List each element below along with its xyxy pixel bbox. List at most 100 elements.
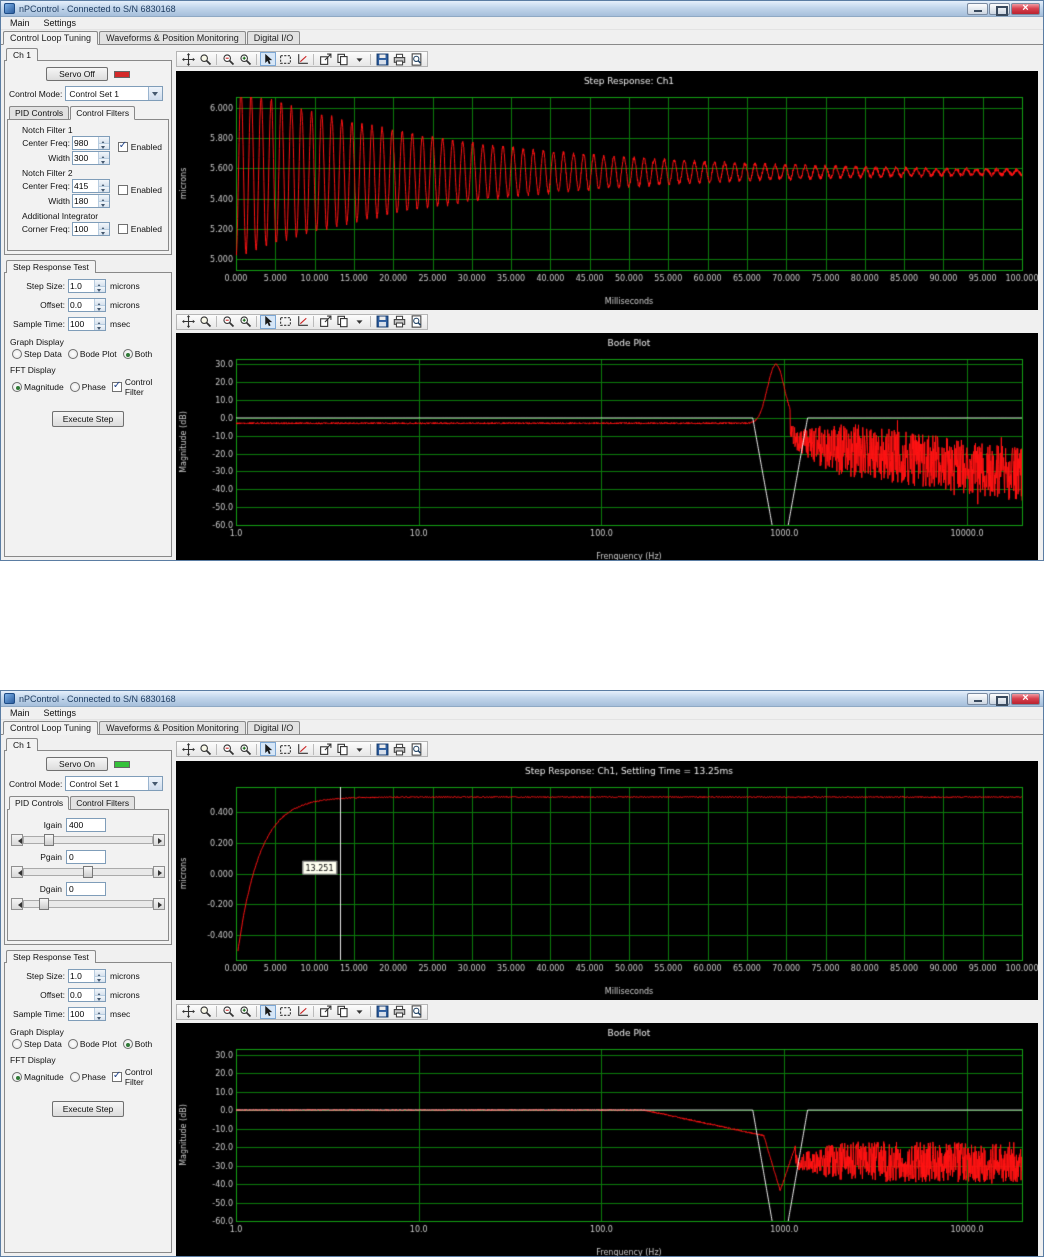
- radio-magnitude[interactable]: Magnitude: [12, 1072, 64, 1082]
- control-filter-checkbox[interactable]: Control Filter: [111, 377, 169, 397]
- offset-input[interactable]: [69, 299, 94, 311]
- chevron-down-icon[interactable]: [148, 777, 163, 790]
- print-preview-icon[interactable]: [408, 1005, 424, 1019]
- zoom-out-icon[interactable]: [220, 1005, 236, 1019]
- print-preview-icon[interactable]: [408, 315, 424, 329]
- notch1-enabled-checkbox[interactable]: Enabled: [117, 140, 162, 152]
- notch2-center-freq-input[interactable]: [73, 180, 98, 192]
- dgain-input[interactable]: [66, 882, 106, 896]
- copy-graph-icon[interactable]: [334, 742, 350, 756]
- pan-tool-icon[interactable]: [180, 315, 196, 329]
- menu-main[interactable]: Main: [3, 708, 37, 718]
- export-graph-icon[interactable]: [317, 1005, 333, 1019]
- step-size-input[interactable]: [69, 280, 94, 292]
- slider-left-arrow-icon[interactable]: [11, 834, 23, 846]
- control-mode-dropdown[interactable]: Control Set 1: [65, 776, 164, 791]
- radio-both[interactable]: Both: [122, 349, 152, 359]
- copy-caret-icon[interactable]: [351, 52, 367, 66]
- tab-control-filters[interactable]: Control Filters: [70, 796, 136, 810]
- close-button[interactable]: [1011, 2, 1040, 15]
- spin-down-icon[interactable]: [99, 185, 109, 192]
- slider-track[interactable]: [23, 834, 153, 846]
- offset-input[interactable]: [69, 989, 94, 1001]
- tab-waveforms-position-monitoring[interactable]: Waveforms & Position Monitoring: [99, 721, 246, 735]
- spin-down-icon[interactable]: [95, 304, 105, 311]
- radio-phase[interactable]: Phase: [69, 1072, 106, 1082]
- zoom-box-icon[interactable]: [277, 52, 293, 66]
- pgain-input[interactable]: [66, 850, 106, 864]
- servo-toggle-button[interactable]: Servo On: [46, 757, 108, 771]
- copy-caret-icon[interactable]: [351, 315, 367, 329]
- fit-view-icon[interactable]: [294, 742, 310, 756]
- fit-view-icon[interactable]: [294, 52, 310, 66]
- control-filter-checkbox[interactable]: Control Filter: [111, 1067, 169, 1087]
- slider-thumb[interactable]: [44, 834, 55, 846]
- spin-down-icon[interactable]: [99, 142, 109, 149]
- radio-magnitude[interactable]: Magnitude: [12, 382, 64, 392]
- bode-plot-chart[interactable]: [176, 1023, 1038, 1256]
- execute-step-button[interactable]: Execute Step: [51, 411, 125, 427]
- menu-main[interactable]: Main: [3, 18, 37, 28]
- print-graph-icon[interactable]: [391, 1005, 407, 1019]
- select-cursor-icon[interactable]: [260, 314, 276, 329]
- select-cursor-icon[interactable]: [260, 742, 276, 756]
- tab-step-response-test[interactable]: Step Response Test: [6, 260, 96, 273]
- titlebar[interactable]: nPControl - Connected to S/N 6830168: [1, 691, 1043, 707]
- igain-slider[interactable]: [11, 834, 165, 846]
- spin-down-icon[interactable]: [95, 323, 105, 330]
- menu-settings[interactable]: Settings: [37, 18, 84, 28]
- sample-time-input[interactable]: [69, 318, 94, 330]
- pan-tool-icon[interactable]: [180, 52, 196, 66]
- zoom-in-icon[interactable]: [237, 52, 253, 66]
- print-preview-icon[interactable]: [408, 52, 424, 66]
- tab-control-loop-tuning[interactable]: Control Loop Tuning: [3, 721, 99, 735]
- export-graph-icon[interactable]: [317, 52, 333, 66]
- tab-digital-io[interactable]: Digital I/O: [246, 721, 301, 735]
- slider-thumb[interactable]: [39, 898, 50, 910]
- tab-control-loop-tuning[interactable]: Control Loop Tuning: [3, 31, 99, 45]
- maximize-button[interactable]: [989, 692, 1010, 706]
- maximize-button[interactable]: [989, 2, 1010, 16]
- select-cursor-icon[interactable]: [260, 52, 276, 66]
- radio-bode-plot[interactable]: Bode Plot: [67, 349, 117, 359]
- slider-right-arrow-icon[interactable]: [153, 898, 165, 910]
- channel-tab-ch1[interactable]: Ch 1: [6, 48, 38, 61]
- step-response-chart[interactable]: [176, 760, 1038, 1000]
- spin-down-icon[interactable]: [99, 157, 109, 164]
- servo-toggle-button[interactable]: Servo Off: [46, 67, 108, 81]
- zoom-window-icon[interactable]: [197, 52, 213, 66]
- slider-track[interactable]: [23, 866, 153, 878]
- igain-input[interactable]: [66, 818, 106, 832]
- zoom-out-icon[interactable]: [220, 52, 236, 66]
- zoom-in-icon[interactable]: [237, 315, 253, 329]
- bode-plot-chart[interactable]: [176, 333, 1038, 560]
- zoom-window-icon[interactable]: [197, 315, 213, 329]
- tab-step-response-test[interactable]: Step Response Test: [6, 950, 96, 963]
- step-response-chart[interactable]: [176, 70, 1038, 310]
- fit-view-icon[interactable]: [294, 1005, 310, 1019]
- integrator-enabled-checkbox[interactable]: Enabled: [117, 224, 162, 234]
- radio-phase[interactable]: Phase: [69, 382, 106, 392]
- pan-tool-icon[interactable]: [180, 742, 196, 756]
- save-graph-icon[interactable]: [374, 315, 390, 329]
- copy-caret-icon[interactable]: [351, 1005, 367, 1019]
- notch2-enabled-checkbox[interactable]: Enabled: [117, 185, 162, 195]
- slider-left-arrow-icon[interactable]: [11, 866, 23, 878]
- copy-caret-icon[interactable]: [351, 742, 367, 756]
- titlebar[interactable]: nPControl - Connected to S/N 6830168: [1, 1, 1043, 17]
- pgain-slider[interactable]: [11, 866, 165, 878]
- notch2-width-input[interactable]: [73, 195, 98, 207]
- zoom-box-icon[interactable]: [277, 1005, 293, 1019]
- menu-settings[interactable]: Settings: [37, 708, 84, 718]
- print-graph-icon[interactable]: [391, 315, 407, 329]
- tab-control-filters[interactable]: Control Filters: [70, 106, 136, 120]
- zoom-out-icon[interactable]: [220, 742, 236, 756]
- copy-graph-icon[interactable]: [334, 52, 350, 66]
- radio-both[interactable]: Both: [122, 1039, 152, 1049]
- spin-down-icon[interactable]: [95, 1013, 105, 1020]
- print-preview-icon[interactable]: [408, 742, 424, 756]
- select-cursor-icon[interactable]: [260, 1004, 276, 1019]
- spin-down-icon[interactable]: [99, 228, 109, 235]
- spin-down-icon[interactable]: [95, 975, 105, 982]
- zoom-in-icon[interactable]: [237, 1005, 253, 1019]
